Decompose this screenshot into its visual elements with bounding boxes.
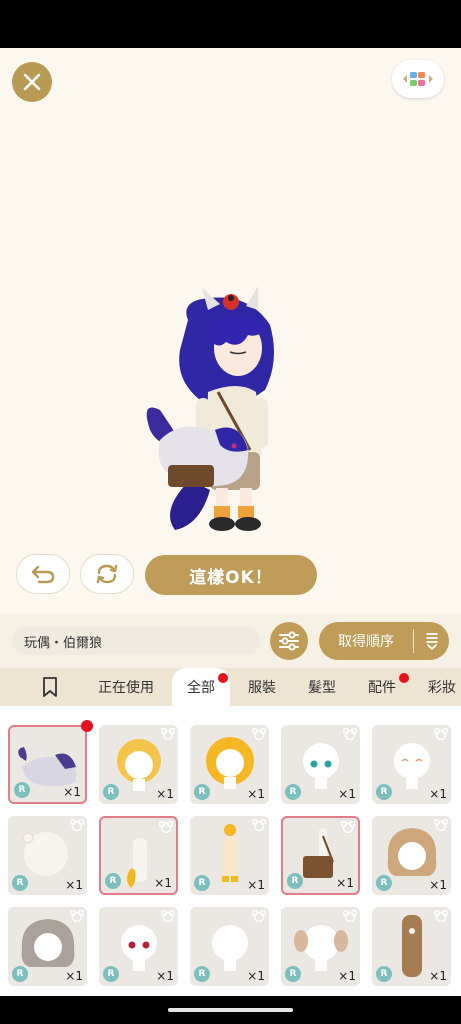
bear-icon [343, 728, 357, 740]
item-quantity: ×1 [65, 878, 83, 892]
item-cell[interactable]: R ×1 [281, 725, 360, 804]
filter-button[interactable] [270, 622, 308, 660]
status-bar [0, 0, 461, 48]
tab-all-notification-dot [218, 673, 228, 683]
tab-clothing[interactable]: 服裝 [240, 668, 284, 706]
sort-direction-icon[interactable] [414, 631, 449, 651]
item-cell[interactable]: R ×1 [281, 907, 360, 986]
sort-order-label: 取得順序 [338, 634, 394, 650]
item-cell[interactable]: R ×1 [8, 907, 87, 986]
item-quantity: ×1 [247, 878, 265, 892]
new-item-dot [81, 720, 93, 732]
bear-icon [252, 728, 266, 740]
tab-hairstyle[interactable]: 髮型 [300, 668, 344, 706]
color-palette-button[interactable] [392, 60, 444, 98]
bear-icon [159, 821, 173, 833]
rarity-badge: R [194, 966, 210, 982]
item-cell[interactable]: R ×1 [8, 816, 87, 895]
item-quantity: ×1 [156, 969, 174, 983]
bear-icon [341, 821, 355, 833]
item-quantity: ×1 [429, 878, 447, 892]
item-quantity: ×1 [156, 787, 174, 801]
bookmark-icon [43, 677, 57, 697]
item-quantity: ×1 [63, 785, 81, 799]
home-gesture-handle[interactable] [168, 1008, 293, 1012]
item-cell[interactable]: R ×1 [372, 725, 451, 804]
bear-icon [252, 819, 266, 831]
item-cell[interactable]: R ×1 [372, 907, 451, 986]
rarity-badge: R [285, 784, 301, 800]
undo-button[interactable] [16, 554, 70, 594]
tab-in-use[interactable]: 正在使用 [86, 668, 166, 706]
tab-accessories[interactable]: 配件 [360, 668, 404, 706]
rarity-badge: R [376, 875, 392, 891]
item-cell[interactable]: R ×1 [99, 725, 178, 804]
rarity-badge: R [103, 966, 119, 982]
bear-icon [434, 728, 448, 740]
item-quantity: ×1 [65, 969, 83, 983]
bear-icon [70, 910, 84, 922]
rarity-badge: R [103, 784, 119, 800]
item-cell[interactable]: R ×1 [99, 816, 178, 895]
sliders-icon [279, 631, 299, 651]
rarity-badge: R [12, 966, 28, 982]
sort-order-button[interactable]: 取得順序 [319, 622, 449, 660]
item-cell[interactable]: R ×1 [190, 907, 269, 986]
close-icon [23, 73, 41, 91]
item-cell[interactable]: R ×1 [8, 725, 87, 804]
bear-icon [70, 819, 84, 831]
confirm-ok-button[interactable]: 這樣OK！ [145, 555, 317, 595]
refresh-icon [96, 564, 118, 584]
item-quantity: ×1 [338, 969, 356, 983]
item-quantity: ×1 [429, 787, 447, 801]
bear-icon [434, 819, 448, 831]
item-quantity: ×1 [336, 876, 354, 890]
item-quantity: ×1 [154, 876, 172, 890]
item-cell[interactable]: R ×1 [372, 816, 451, 895]
tab-bookmark[interactable] [30, 668, 70, 706]
undo-icon [31, 565, 55, 584]
item-quantity: ×1 [338, 787, 356, 801]
avatar-figure[interactable] [130, 280, 300, 550]
item-quantity: ×1 [247, 969, 265, 983]
close-button[interactable] [12, 62, 52, 102]
bear-icon [161, 910, 175, 922]
tab-accessories-notification-dot [399, 673, 409, 683]
item-quantity: ×1 [429, 969, 447, 983]
tab-makeup[interactable]: 彩妝 [420, 668, 461, 706]
item-quantity: ×1 [247, 787, 265, 801]
palette-icon [403, 72, 433, 86]
item-cell[interactable]: R ×1 [190, 816, 269, 895]
rarity-badge: R [376, 966, 392, 982]
rarity-badge: R [194, 875, 210, 891]
rarity-badge: R [376, 784, 392, 800]
bear-icon [343, 910, 357, 922]
rarity-badge: R [287, 873, 303, 889]
bear-icon [434, 910, 448, 922]
refresh-button[interactable] [80, 554, 134, 594]
rarity-badge: R [105, 873, 121, 889]
item-cell[interactable]: R ×1 [190, 725, 269, 804]
rarity-badge: R [194, 784, 210, 800]
avatar-illustration [146, 286, 274, 531]
rarity-badge: R [285, 966, 301, 982]
rarity-badge: R [12, 875, 28, 891]
item-cell[interactable]: R ×1 [99, 907, 178, 986]
item-cell[interactable]: R ×1 [281, 816, 360, 895]
bear-icon [161, 728, 175, 740]
rarity-badge: R [14, 782, 30, 798]
selected-item-name: 玩偶・伯爾狼 [12, 627, 260, 655]
bear-icon [252, 910, 266, 922]
